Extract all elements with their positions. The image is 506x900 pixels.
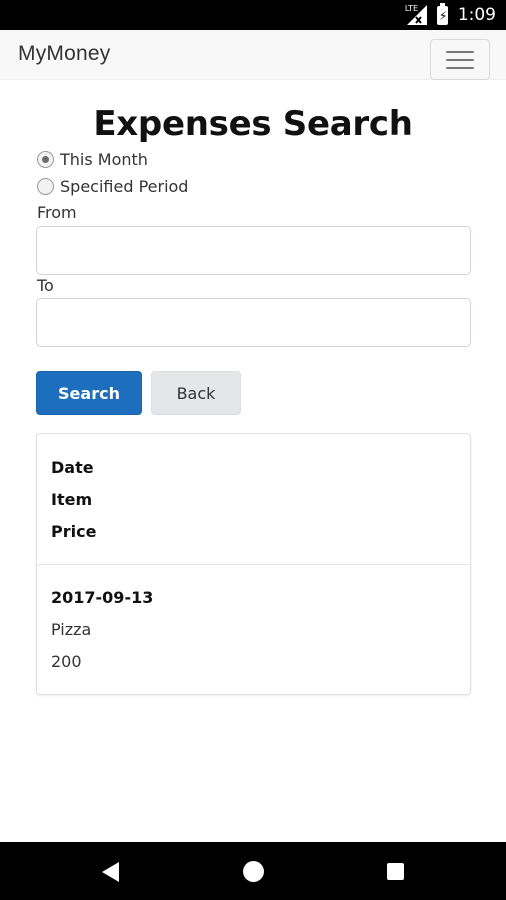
clock-time: 1:09 bbox=[457, 5, 496, 25]
hamburger-icon-bar bbox=[446, 50, 474, 53]
radio-button-this-month[interactable] bbox=[37, 151, 54, 168]
radio-option-this-month[interactable]: This Month bbox=[37, 150, 148, 169]
network-type: LTE bbox=[404, 4, 419, 13]
recents-square-icon[interactable] bbox=[387, 863, 404, 880]
radio-button-specified-period[interactable] bbox=[37, 178, 54, 195]
brand-link[interactable]: MyMoney bbox=[18, 42, 110, 66]
back-button[interactable]: Back bbox=[151, 371, 241, 415]
battery-icon: ⚡ bbox=[436, 2, 448, 25]
header-item: Item bbox=[51, 490, 93, 509]
home-circle-icon[interactable] bbox=[243, 861, 264, 882]
hamburger-icon-bar bbox=[446, 58, 474, 61]
header-date: Date bbox=[51, 458, 94, 477]
menu-toggle-button[interactable] bbox=[430, 39, 490, 80]
radio-option-specified-period[interactable]: Specified Period bbox=[37, 177, 188, 196]
navbar: MyMoney bbox=[0, 30, 506, 80]
row-item: Pizza bbox=[51, 620, 92, 639]
signal-icon: LTE bbox=[404, 4, 427, 25]
hamburger-icon-bar bbox=[446, 66, 474, 69]
results-table: Date Item Price 2017-09-13 Pizza 200 bbox=[36, 433, 471, 695]
back-triangle-icon[interactable] bbox=[102, 862, 119, 882]
from-date-input[interactable] bbox=[36, 226, 471, 275]
header-price: Price bbox=[51, 522, 97, 541]
to-label: To bbox=[37, 276, 54, 295]
status-bar: LTE ⚡ 1:09 bbox=[0, 0, 506, 30]
to-date-input[interactable] bbox=[36, 298, 471, 347]
row-divider bbox=[37, 564, 470, 565]
search-button[interactable]: Search bbox=[36, 371, 142, 415]
page-title: Expenses Search bbox=[93, 104, 413, 144]
radio-label-specified-period: Specified Period bbox=[60, 177, 189, 196]
radio-label-this-month: This Month bbox=[60, 150, 148, 169]
row-date: 2017-09-13 bbox=[51, 588, 154, 607]
from-label: From bbox=[37, 203, 77, 222]
row-price: 200 bbox=[51, 652, 82, 671]
system-nav-bar bbox=[0, 842, 506, 900]
